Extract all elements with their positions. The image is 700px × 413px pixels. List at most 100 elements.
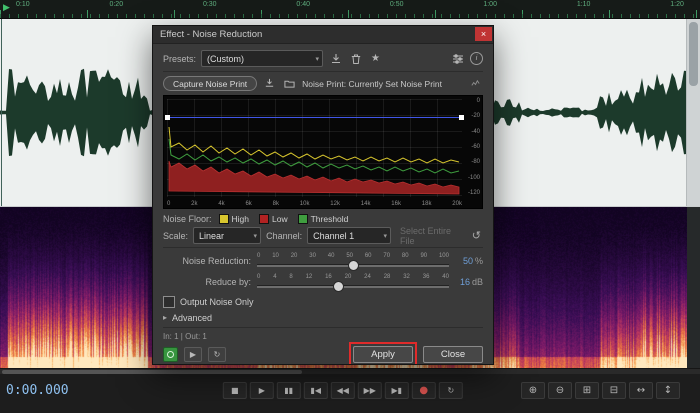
- delete-preset-icon[interactable]: [348, 52, 363, 65]
- advanced-label[interactable]: Advanced: [172, 313, 212, 323]
- effect-power-toggle[interactable]: [163, 346, 178, 362]
- save-preset-icon[interactable]: [328, 52, 343, 65]
- capture-noise-print-button[interactable]: Capture Noise Print: [163, 76, 258, 91]
- noise-reduction-label: Noise Reduction:: [182, 255, 251, 266]
- slider-tick-label: 16: [325, 273, 332, 280]
- noise-print-options-icon[interactable]: [468, 77, 483, 90]
- save-noise-print-icon[interactable]: [262, 77, 277, 90]
- legend-swatch: [297, 213, 308, 224]
- zoom-vertical-button[interactable]: ↕: [656, 382, 680, 399]
- output-noise-only-label: Output Noise Only: [180, 296, 254, 307]
- slider-tick-label: 4: [273, 273, 277, 280]
- close-dialog-button[interactable]: Close: [423, 345, 483, 363]
- noise-reduction-row: Noise Reduction: 0 10 20 30 40 50 60 70 80 90 100 …: [163, 250, 483, 271]
- ruler-time-label: 0:20: [109, 1, 124, 8]
- noise-reduction-unit: %: [474, 255, 483, 266]
- info-icon[interactable]: i: [470, 52, 483, 65]
- close-icon[interactable]: ×: [475, 27, 492, 41]
- slider-tick-label: 24: [364, 273, 371, 280]
- reduce-by-row: Reduce by: 0 4 8 12 16 20 24 28 32 36 40 16 dB: [163, 271, 483, 292]
- freq-tick-label: 4k: [218, 201, 225, 207]
- vertical-scrollbar-thumb[interactable]: [689, 22, 698, 86]
- timeline-ruler[interactable]: ▶ 0:10 0:20 0:30 0:40 0:50 1:00 1:10 1:20: [0, 0, 700, 19]
- dialog-titlebar[interactable]: Effect - Noise Reduction ×: [153, 26, 493, 44]
- zoom-horizontal-button[interactable]: ↔: [629, 382, 653, 399]
- favorite-icon[interactable]: ★: [368, 52, 383, 65]
- noise-reduction-dialog: Effect - Noise Reduction × Presets: (Cus…: [152, 25, 494, 365]
- loop-button[interactable]: ↻: [438, 382, 463, 399]
- slider-rail: [257, 284, 449, 288]
- ruler-minor-ticks: [0, 14, 700, 18]
- skip-to-start-button[interactable]: ▮◀: [303, 382, 328, 399]
- ruler-time-label: 0:50: [389, 1, 404, 8]
- noise-graph[interactable]: 0 -20 -40 -60 -80 -100 -120 0 2k 4k 6k 8k 10k 12k 14k…: [163, 95, 483, 209]
- slider-tick-label: 100: [438, 252, 449, 259]
- preview-play-button[interactable]: ▶: [184, 346, 202, 362]
- noise-floor-high-curve: [168, 126, 460, 164]
- db-tick-label: -20: [471, 113, 480, 120]
- db-tick-label: -80: [471, 159, 480, 166]
- dialog-title: Effect - Noise Reduction: [160, 29, 263, 40]
- rewind-button[interactable]: ◀◀: [330, 382, 355, 399]
- pause-button[interactable]: ▮▮: [276, 382, 301, 399]
- reduce-by-label: Reduce by:: [205, 276, 251, 287]
- slider-tick-label: 70: [383, 252, 391, 259]
- reset-icon[interactable]: ↺: [470, 229, 483, 242]
- db-tick-label: -60: [471, 143, 480, 150]
- presets-dropdown[interactable]: (Custom) ▾: [201, 50, 324, 67]
- apply-button[interactable]: Apply: [353, 345, 413, 363]
- ruler-time-label: 0:30: [202, 1, 217, 8]
- reduce-by-handle[interactable]: [332, 280, 344, 292]
- load-noise-print-icon[interactable]: [282, 77, 297, 90]
- divider: [163, 247, 483, 248]
- fast-forward-button[interactable]: ▶▶: [357, 382, 382, 399]
- threshold-line[interactable]: [167, 117, 462, 118]
- transport-buttons: ■ ▶ ▮▮ ▮◀ ◀◀ ▶▶ ▶▮ ● ↻: [222, 382, 463, 399]
- ruler-time-label: 1:20: [670, 1, 684, 8]
- skip-to-end-button[interactable]: ▶▮: [384, 382, 409, 399]
- legend-items: High Low Threshold: [218, 213, 348, 224]
- legend-label: Low: [272, 213, 288, 224]
- slider-tick-label: 0: [257, 273, 261, 280]
- zoom-in-time-button[interactable]: ⊞: [575, 382, 599, 399]
- record-button[interactable]: ●: [411, 382, 436, 399]
- channel-dropdown[interactable]: Channel 1 ▾: [307, 227, 391, 244]
- reduce-by-slider[interactable]: 0 4 8 12 16 20 24 28 32 36 40: [257, 273, 449, 292]
- ruler-time-label: 1:00: [483, 1, 497, 8]
- zoom-in-button[interactable]: ⊕: [521, 382, 545, 399]
- settings-icon[interactable]: [450, 52, 465, 65]
- db-tick-label: -40: [471, 128, 480, 135]
- noise-print-status: Noise Print: Currently Set Noise Print: [302, 78, 442, 89]
- divider: [163, 71, 483, 72]
- freq-tick-label: 10k: [299, 201, 310, 207]
- freq-tick-label: 2k: [191, 201, 198, 207]
- vertical-scrollbar[interactable]: [686, 19, 700, 206]
- scale-dropdown[interactable]: Linear ▾: [193, 227, 262, 244]
- scale-label: Scale:: [163, 230, 189, 241]
- slider-tick-label: 30: [309, 252, 316, 259]
- zoom-out-time-button[interactable]: ⊟: [602, 382, 626, 399]
- reduce-by-value: 16: [459, 276, 470, 287]
- preview-loop-button[interactable]: ↻: [208, 346, 226, 362]
- slider-tick-label: 36: [422, 273, 430, 280]
- noise-reduction-handle[interactable]: [348, 259, 359, 271]
- slider-tick-label: 20: [290, 252, 298, 259]
- ruler-time-label: 0:40: [296, 1, 311, 8]
- play-button[interactable]: ▶: [249, 382, 274, 399]
- vertical-scrollbar-lower[interactable]: [687, 207, 700, 368]
- stop-button[interactable]: ■: [222, 382, 247, 399]
- select-entire-file-button[interactable]: Select Entire File: [400, 226, 460, 246]
- power-icon: [167, 350, 174, 358]
- frequency-axis: 0 2k 4k 6k 8k 10k 12k 14k 16k 18k 20k: [167, 201, 462, 207]
- slider-tick-label: 50: [346, 252, 353, 259]
- noise-reduction-ticks: 0 10 20 30 40 50 60 70 80 90 100: [257, 253, 449, 259]
- zoom-out-button[interactable]: ⊖: [548, 382, 572, 399]
- output-noise-only-checkbox[interactable]: [163, 295, 175, 308]
- dialog-body: Presets: (Custom) ▾ ★ i Capture Noise Pr…: [153, 44, 493, 364]
- threshold-handle-left[interactable]: [165, 115, 170, 120]
- noise-floor-low-band: [168, 160, 460, 195]
- slider-tick-label: 8: [289, 273, 293, 280]
- noise-reduction-slider[interactable]: 0 10 20 30 40 50 60 70 80 90 100: [257, 252, 449, 271]
- scale-row: Scale: Linear ▾ Channel: Channel 1 ▾ Sel…: [163, 226, 483, 246]
- advanced-expander-icon[interactable]: ▸: [163, 313, 167, 322]
